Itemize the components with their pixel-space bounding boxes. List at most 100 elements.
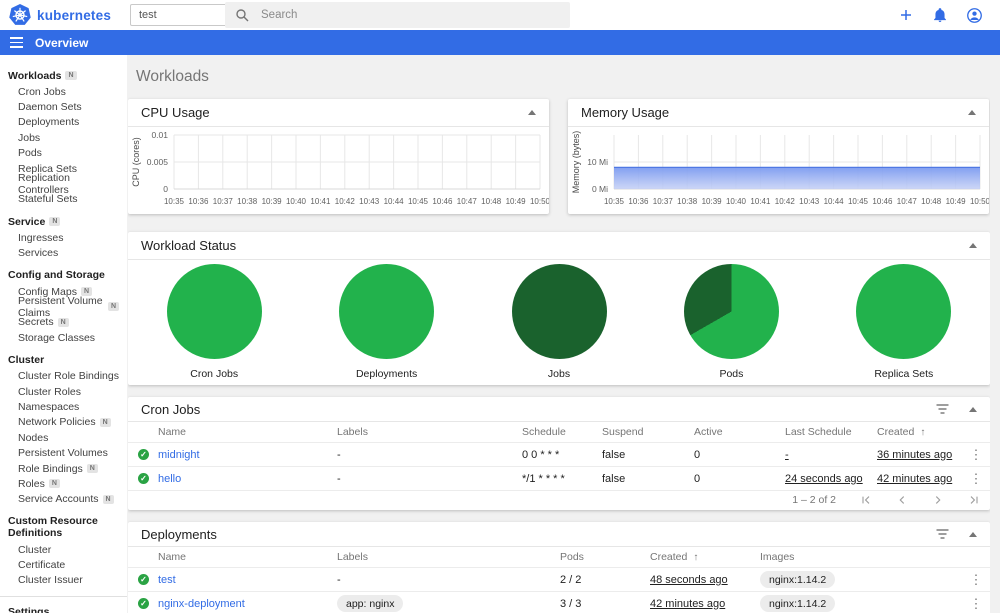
sidebar-item-storage-classes[interactable]: Storage Classes <box>0 330 127 345</box>
column-header-label: Active <box>694 426 723 438</box>
sidebar-item-label: Cluster Role Bindings <box>18 370 119 383</box>
resource-name-link[interactable]: nginx-deployment <box>158 598 245 610</box>
svg-text:10:49: 10:49 <box>946 197 967 206</box>
sidebar-item-services[interactable]: Services <box>0 246 127 261</box>
first-page-button[interactable] <box>860 494 872 506</box>
created-cell: 48 seconds ago <box>650 573 728 586</box>
sidebar-item-namespaces[interactable]: Namespaces <box>0 399 127 414</box>
next-page-button[interactable] <box>932 494 944 506</box>
svg-text:10:44: 10:44 <box>384 197 405 206</box>
column-header-images[interactable]: Images <box>760 551 962 563</box>
resource-name-link[interactable]: hello <box>158 473 181 485</box>
sidebar-item-network-policies[interactable]: Network Policies N <box>0 415 127 430</box>
search-input[interactable] <box>261 9 511 21</box>
column-header-created[interactable]: Created ↑ <box>650 551 760 563</box>
brand-name: kubernetes <box>37 7 112 23</box>
row-menu-button[interactable]: ⋮ <box>962 572 990 588</box>
column-header-name[interactable]: Name <box>158 426 337 438</box>
column-header-labels[interactable]: Labels <box>337 426 522 438</box>
pie-label: Cron Jobs <box>190 368 239 380</box>
sort-ascending-icon: ↑ <box>693 552 699 563</box>
sidebar-item-service-accounts[interactable]: Service Accounts N <box>0 492 127 507</box>
column-header-pods[interactable]: Pods <box>560 551 650 563</box>
sidebar-item-cluster-roles[interactable]: Cluster Roles <box>0 384 127 399</box>
sidebar-item-certificate[interactable]: Certificate <box>0 557 127 572</box>
deployments-card: Deployments Name Labels Pods Created ↑ Images… <box>128 522 990 613</box>
user-icon <box>967 7 982 23</box>
card-title-cron-jobs: Cron Jobs <box>141 401 201 417</box>
collapse-icon[interactable] <box>528 110 536 115</box>
sidebar-section-service: Service N <box>0 213 127 230</box>
sidebar-item-daemon-sets[interactable]: Daemon Sets <box>0 99 127 114</box>
sort-ascending-icon: ↑ <box>920 427 926 438</box>
labels-cell: - <box>337 573 341 586</box>
pods-cell: 2 / 2 <box>560 573 582 586</box>
sidebar-item-persistent-volume-claims[interactable]: Persistent Volume Claims N <box>0 295 127 319</box>
column-header-label: Created <box>877 426 915 438</box>
schedule-cell: 0 0 * * * <box>522 448 560 461</box>
namespaced-badge: N <box>65 71 77 80</box>
sidebar-item-cluster-role-bindings[interactable]: Cluster Role Bindings <box>0 368 127 383</box>
collapse-icon[interactable] <box>969 243 977 248</box>
svg-text:10:38: 10:38 <box>237 197 258 206</box>
sidebar-section-workloads: Workloads N <box>0 67 127 84</box>
sidebar-item-persistent-volumes[interactable]: Persistent Volumes <box>0 445 127 460</box>
schedule-cell: */1 * * * * <box>522 472 565 485</box>
collapse-icon[interactable] <box>969 531 977 537</box>
svg-text:10:45: 10:45 <box>848 197 869 206</box>
column-header-last-schedule[interactable]: Last Schedule <box>785 426 877 438</box>
sidebar-item-replication-controllers[interactable]: Replication Controllers <box>0 172 127 196</box>
account-button[interactable] <box>967 7 982 23</box>
namespace-value: test <box>139 9 157 21</box>
resource-name-link[interactable]: test <box>158 574 176 586</box>
collapse-icon[interactable] <box>969 406 977 412</box>
sidebar-item-label: Roles <box>18 477 45 490</box>
sidebar-item-roles[interactable]: Roles N <box>0 476 127 491</box>
create-resource-button[interactable] <box>899 8 913 22</box>
svg-text:10:42: 10:42 <box>335 197 356 206</box>
column-header-active[interactable]: Active <box>694 426 785 438</box>
svg-text:10:49: 10:49 <box>506 197 527 206</box>
search-bar[interactable] <box>225 2 570 28</box>
column-header-name[interactable]: Name <box>158 551 337 563</box>
active-cell: 0 <box>694 472 701 485</box>
svg-text:10:45: 10:45 <box>408 197 429 206</box>
last-page-button[interactable] <box>968 494 980 506</box>
row-menu-button[interactable]: ⋮ <box>962 447 990 463</box>
row-menu-button[interactable]: ⋮ <box>962 471 990 487</box>
sidebar-item-label: Jobs <box>18 131 41 144</box>
filter-icon[interactable] <box>936 529 949 539</box>
sidebar-item-settings[interactable]: Settings <box>0 601 127 613</box>
sidebar-item-pods[interactable]: Pods <box>0 146 127 161</box>
created-cell: 42 minutes ago <box>877 472 953 485</box>
filter-icon[interactable] <box>936 404 949 414</box>
sidebar-item-label: Certificate <box>18 559 66 572</box>
column-header-suspend[interactable]: Suspend <box>602 426 694 438</box>
sidebar-item-cluster-issuer[interactable]: Cluster Issuer <box>0 573 127 588</box>
resource-name-link[interactable]: midnight <box>158 449 200 461</box>
sidebar-item-cluster[interactable]: Cluster <box>0 542 127 557</box>
card-title-cpu: CPU Usage <box>141 105 210 120</box>
menu-icon[interactable] <box>10 37 23 48</box>
card-title-memory: Memory Usage <box>581 105 670 120</box>
column-header-labels[interactable]: Labels <box>337 551 560 563</box>
pie-column-jobs: Jobs <box>473 264 645 380</box>
collapse-icon[interactable] <box>968 110 976 115</box>
sidebar: Workloads N Cron Jobs Daemon Sets Deployment… <box>0 55 127 613</box>
sidebar-item-ingresses[interactable]: Ingresses <box>0 230 127 245</box>
row-menu-button[interactable]: ⋮ <box>962 596 990 612</box>
column-header-schedule[interactable]: Schedule <box>522 426 602 438</box>
table-row: ✓ hello - */1 * * * * false 0 24 seconds ago 42… <box>128 466 990 490</box>
sidebar-item-role-bindings[interactable]: Role Bindings N <box>0 461 127 476</box>
sidebar-item-cron-jobs[interactable]: Cron Jobs <box>0 84 127 99</box>
previous-page-button[interactable] <box>896 494 908 506</box>
svg-text:10:37: 10:37 <box>653 197 674 206</box>
sidebar-item-jobs[interactable]: Jobs <box>0 130 127 145</box>
column-header-created[interactable]: Created ↑ <box>877 426 962 438</box>
svg-text:10:41: 10:41 <box>750 197 771 206</box>
notifications-button[interactable] <box>933 7 947 23</box>
sidebar-item-nodes[interactable]: Nodes <box>0 430 127 445</box>
namespaced-badge: N <box>49 217 61 227</box>
sidebar-item-deployments[interactable]: Deployments <box>0 115 127 130</box>
sidebar-section-custom-resource-definitions: Custom Resource Definitions <box>0 513 127 542</box>
